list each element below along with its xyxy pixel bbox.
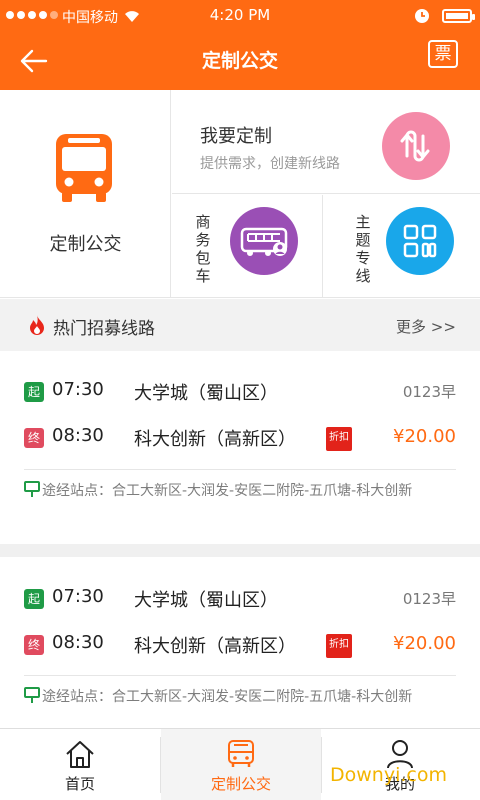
custom-bus-label: 定制公交	[49, 234, 122, 255]
discount-badge: 折扣	[326, 427, 352, 451]
route-gap	[0, 544, 480, 557]
ticket-button[interactable]: 票	[428, 40, 458, 68]
stop-sign-icon	[24, 687, 40, 703]
start-time: 07:30	[52, 586, 104, 607]
discount-badge: 折扣	[326, 634, 352, 658]
status-bar: 中国移动 4:20 PM	[0, 0, 480, 32]
home-icon	[66, 741, 94, 768]
tab-home-label: 首页	[64, 775, 95, 793]
service-cards: 定制公交 我要定制 提供需求，创建新线路 商务包车 主 题 专 线	[0, 90, 480, 298]
fire-icon	[30, 315, 44, 335]
route-code: 0123早	[402, 590, 456, 608]
request-custom-card[interactable]: 我要定制 提供需求，创建新线路	[172, 90, 480, 194]
business-charter-label: 商务包车	[195, 213, 211, 285]
route-start-row: 起 07:30 大学城（蜀山区） 0123早	[24, 584, 456, 614]
watermark: Downyi.com	[330, 764, 447, 786]
business-charter-card[interactable]: 商务包车	[172, 195, 323, 298]
more-link[interactable]: 更多 >>	[396, 316, 456, 337]
grid-icon	[386, 207, 454, 275]
stop-sign-icon	[24, 481, 40, 497]
route-divider	[24, 469, 456, 470]
theme-line-card[interactable]: 主题专线	[324, 195, 480, 298]
charter-bus-icon	[230, 207, 298, 275]
nav-bar: 定制公交 票	[0, 32, 480, 90]
route-price: ¥20.00	[393, 633, 456, 654]
end-time: 08:30	[52, 425, 104, 446]
bus-icon	[228, 740, 254, 767]
end-badge: 终	[24, 635, 44, 655]
bus-icon	[56, 134, 112, 202]
hot-routes-title: 热门招募线路	[53, 319, 155, 339]
start-station: 大学城（蜀山区）	[134, 383, 278, 404]
tab-custom-bus-label: 定制公交	[210, 775, 271, 793]
end-time: 08:30	[52, 632, 104, 653]
end-badge: 终	[24, 428, 44, 448]
start-badge: 起	[24, 589, 44, 609]
route-code: 0123早	[402, 383, 456, 401]
route-end-row: 终 08:30 科大创新（高新区） 折扣 ¥20.00	[24, 630, 456, 660]
route-stops: 途经站点：合工大新区-大润发-安医二附院-五爪塘-科大创新	[24, 479, 456, 503]
tab-home[interactable]: 首页	[0, 729, 160, 800]
start-badge: 起	[24, 382, 44, 402]
start-time: 07:30	[52, 379, 104, 400]
route-divider	[24, 675, 456, 676]
alarm-icon	[415, 9, 429, 23]
end-station: 科大创新（高新区）	[134, 429, 296, 450]
request-custom-subtitle: 提供需求，创建新线路	[200, 156, 340, 172]
theme-line-label: 主题专线	[355, 213, 371, 285]
request-custom-title: 我要定制	[200, 126, 272, 147]
route-card[interactable]: 起 07:30 大学城（蜀山区） 0123早 终 08:30 科大创新（高新区）…	[0, 351, 480, 546]
route-swap-icon	[382, 112, 450, 180]
route-end-row: 终 08:30 科大创新（高新区） 折扣 ¥20.00	[24, 423, 456, 453]
route-card[interactable]: 起 07:30 大学城（蜀山区） 0123早 终 08:30 科大创新（高新区）…	[0, 557, 480, 728]
status-time: 4:20 PM	[209, 6, 271, 24]
route-price: ¥20.00	[393, 426, 456, 447]
hot-routes-header: 热门招募线路 更多 >>	[0, 299, 480, 351]
battery-icon	[442, 9, 475, 23]
start-station: 大学城（蜀山区）	[134, 590, 278, 611]
end-station: 科大创新（高新区）	[134, 636, 296, 657]
route-start-row: 起 07:30 大学城（蜀山区） 0123早	[24, 377, 456, 407]
route-stops: 途经站点：合工大新区-大润发-安医二附院-五爪塘-科大创新	[24, 685, 456, 709]
page-title: 定制公交	[201, 50, 278, 72]
custom-bus-card[interactable]: 定制公交	[0, 90, 171, 298]
tab-custom-bus[interactable]: 定制公交	[161, 729, 321, 800]
